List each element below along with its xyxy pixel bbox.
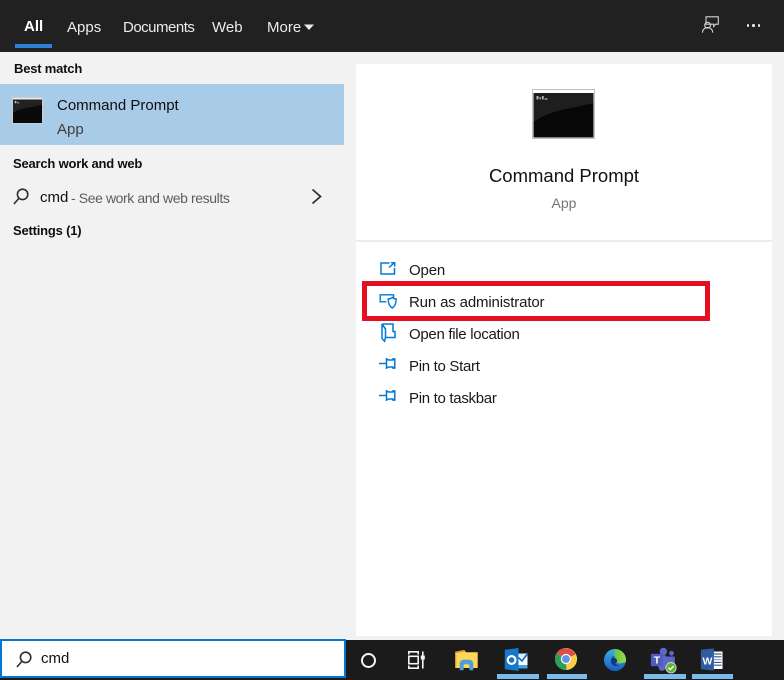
svg-text:W: W <box>702 655 712 667</box>
svg-text:T: T <box>654 655 661 667</box>
